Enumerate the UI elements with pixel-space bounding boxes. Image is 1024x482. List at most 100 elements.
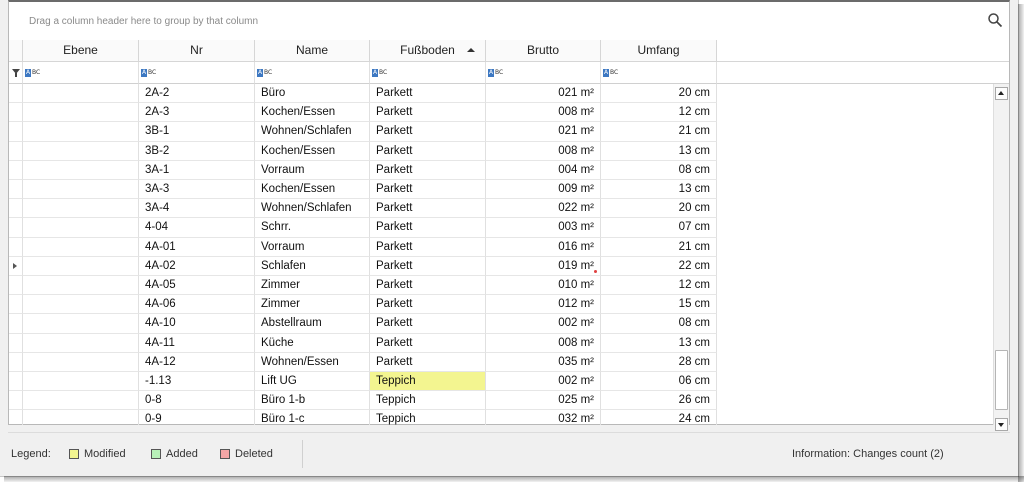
filter-cell-boden[interactable]: A BC — [370, 62, 486, 84]
scroll-thumb[interactable] — [995, 350, 1008, 410]
cell-name[interactable]: Küche — [255, 333, 370, 353]
table-row[interactable]: 2A-2 Büro Parkett 021 m² 20 cm — [9, 84, 993, 104]
cell-ebene[interactable] — [23, 410, 139, 425]
row-indicator[interactable] — [9, 103, 23, 123]
cell-ebene[interactable] — [23, 141, 139, 161]
cell-ebene[interactable] — [23, 276, 139, 296]
cell-nr[interactable]: 0-8 — [139, 391, 255, 411]
scroll-up-button[interactable] — [995, 87, 1008, 100]
column-header-nr[interactable]: Nr — [139, 40, 255, 62]
table-row[interactable]: 4A-12 Wohnen/Essen Parkett 035 m² 28 cm — [9, 352, 993, 372]
cell-umfang[interactable]: 22 cm — [601, 256, 717, 276]
cell-fussboden[interactable]: Parkett — [370, 314, 486, 334]
cell-brutto[interactable]: 010 m² — [486, 276, 601, 296]
cell-umfang[interactable]: 21 cm — [601, 122, 717, 142]
cell-brutto[interactable]: 012 m² — [486, 295, 601, 315]
cell-ebene[interactable] — [23, 160, 139, 180]
row-indicator[interactable] — [9, 352, 23, 372]
cell-fussboden[interactable]: Parkett — [370, 103, 486, 123]
cell-nr[interactable]: 2A-3 — [139, 103, 255, 123]
cell-brutto[interactable]: 009 m² — [486, 180, 601, 200]
table-row[interactable]: 4A-01 Vorraum Parkett 016 m² 21 cm — [9, 237, 993, 257]
row-indicator[interactable] — [9, 180, 23, 200]
filter-cell-brutto[interactable]: A BC — [486, 62, 601, 84]
cell-umfang[interactable]: 21 cm — [601, 237, 717, 257]
cell-fussboden[interactable]: Parkett — [370, 122, 486, 142]
row-indicator[interactable] — [9, 410, 23, 425]
cell-ebene[interactable] — [23, 103, 139, 123]
row-indicator[interactable] — [9, 295, 23, 315]
cell-nr[interactable]: 4A-02 — [139, 256, 255, 276]
row-indicator[interactable] — [9, 160, 23, 180]
cell-nr[interactable]: 3A-1 — [139, 160, 255, 180]
cell-fussboden[interactable]: Parkett — [370, 180, 486, 200]
cell-umfang[interactable]: 20 cm — [601, 84, 717, 104]
cell-umfang[interactable]: 13 cm — [601, 141, 717, 161]
filter-cell-nr[interactable]: A BC — [139, 62, 255, 84]
row-indicator[interactable] — [9, 276, 23, 296]
filter-cell-name[interactable]: A BC — [255, 62, 370, 84]
cell-ebene[interactable] — [23, 295, 139, 315]
cell-name[interactable]: Zimmer — [255, 276, 370, 296]
cell-ebene[interactable] — [23, 256, 139, 276]
cell-nr[interactable]: 0-9 — [139, 410, 255, 425]
table-row[interactable]: 3B-2 Kochen/Essen Parkett 008 m² 13 cm — [9, 141, 993, 161]
table-row[interactable]: 4A-10 Abstellraum Parkett 002 m² 08 cm — [9, 314, 993, 334]
cell-brutto[interactable]: 008 m² — [486, 103, 601, 123]
table-row[interactable]: 0-8 Büro 1-b Teppich 025 m² 26 cm — [9, 391, 993, 411]
row-indicator[interactable] — [9, 141, 23, 161]
row-indicator[interactable] — [9, 84, 23, 104]
cell-fussboden[interactable]: Teppich — [370, 391, 486, 411]
cell-fussboden[interactable]: Parkett — [370, 237, 486, 257]
cell-umfang[interactable]: 28 cm — [601, 352, 717, 372]
cell-name[interactable]: Wohnen/Essen — [255, 352, 370, 372]
row-indicator[interactable] — [9, 372, 23, 392]
cell-name[interactable]: Abstellraum — [255, 314, 370, 334]
column-header-umfang[interactable]: Umfang — [601, 40, 717, 62]
cell-umfang[interactable]: 15 cm — [601, 295, 717, 315]
cell-brutto[interactable]: 035 m² — [486, 352, 601, 372]
row-indicator[interactable] — [9, 314, 23, 334]
table-row[interactable]: 3A-4 Wohnen/Schlafen Parkett 022 m² 20 cm — [9, 199, 993, 219]
filter-cell-ebene[interactable]: A BC — [23, 62, 139, 84]
text-filter-icon[interactable]: A BC — [372, 69, 387, 77]
cell-name[interactable]: Kochen/Essen — [255, 103, 370, 123]
cell-name[interactable]: Vorraum — [255, 237, 370, 257]
cell-ebene[interactable] — [23, 314, 139, 334]
table-row[interactable]: 4A-05 Zimmer Parkett 010 m² 12 cm — [9, 276, 993, 296]
cell-name[interactable]: Wohnen/Schlafen — [255, 199, 370, 219]
cell-umfang[interactable]: 12 cm — [601, 103, 717, 123]
cell-nr[interactable]: 4A-06 — [139, 295, 255, 315]
cell-nr[interactable]: 4A-10 — [139, 314, 255, 334]
cell-ebene[interactable] — [23, 237, 139, 257]
cell-nr[interactable]: 4-04 — [139, 218, 255, 238]
text-filter-icon[interactable]: A BC — [257, 69, 272, 77]
cell-nr[interactable]: 4A-05 — [139, 276, 255, 296]
table-row[interactable]: 4A-06 Zimmer Parkett 012 m² 15 cm — [9, 295, 993, 315]
cell-brutto[interactable]: 019 m² — [486, 256, 601, 276]
cell-ebene[interactable] — [23, 122, 139, 142]
table-row[interactable]: 0-9 Büro 1-c Teppich 032 m² 24 cm — [9, 410, 993, 425]
table-row[interactable]: 4A-11 Küche Parkett 008 m² 13 cm — [9, 333, 993, 353]
text-filter-icon[interactable]: A BC — [25, 69, 40, 77]
text-filter-icon[interactable]: A BC — [488, 69, 503, 77]
vertical-scrollbar[interactable] — [993, 84, 1009, 431]
column-header-fussboden[interactable]: Fußboden — [370, 40, 486, 62]
cell-name[interactable]: Schlafen — [255, 256, 370, 276]
table-row[interactable]: 2A-3 Kochen/Essen Parkett 008 m² 12 cm — [9, 103, 993, 123]
filter-icon[interactable] — [12, 69, 20, 77]
cell-ebene[interactable] — [23, 218, 139, 238]
cell-name[interactable]: Büro 1-c — [255, 410, 370, 425]
cell-ebene[interactable] — [23, 84, 139, 104]
row-indicator[interactable] — [9, 391, 23, 411]
column-header-brutto[interactable]: Brutto — [486, 40, 601, 62]
cell-ebene[interactable] — [23, 199, 139, 219]
cell-umfang[interactable]: 20 cm — [601, 199, 717, 219]
cell-brutto[interactable]: 002 m² — [486, 372, 601, 392]
table-row[interactable]: -1.13 Lift UG Teppich 002 m² 06 cm — [9, 372, 993, 392]
cell-brutto[interactable]: 022 m² — [486, 199, 601, 219]
cell-fussboden[interactable]: Teppich — [370, 410, 486, 425]
column-header-name[interactable]: Name — [255, 40, 370, 62]
table-row[interactable]: 4A-02 Schlafen Parkett 019 m² 22 cm — [9, 256, 993, 276]
cell-umfang[interactable]: 07 cm — [601, 218, 717, 238]
